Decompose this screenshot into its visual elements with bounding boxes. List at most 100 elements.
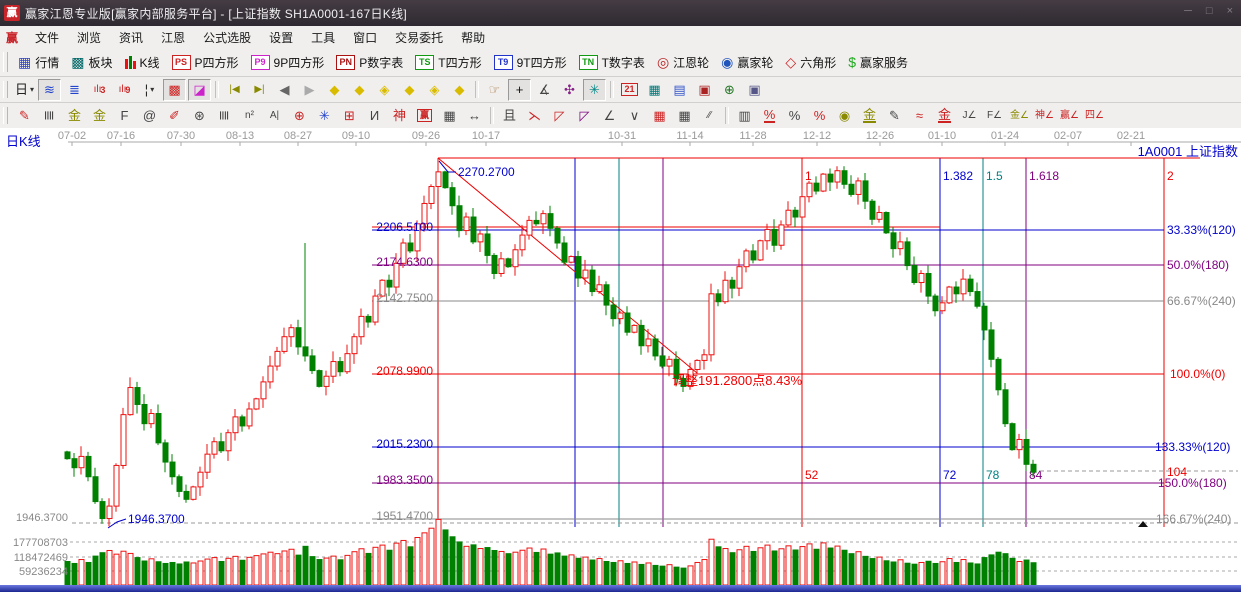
gold-angle-2-button[interactable]: 金∠ <box>1008 105 1031 127</box>
brush-2-button[interactable]: ✐ <box>163 105 186 127</box>
n-square-button[interactable]: n² <box>238 105 261 127</box>
gold-angle-button[interactable]: 金 <box>933 105 956 127</box>
t-number-table-button[interactable]: TNT数字表 <box>573 53 651 72</box>
next-page-button[interactable]: ▶ <box>298 79 321 101</box>
system-box-button[interactable]: ▣ <box>743 79 766 101</box>
brush-button[interactable]: ✎ <box>13 105 36 127</box>
fib-divisions-button[interactable]: F <box>113 105 136 127</box>
maze-chart-button[interactable]: ▩ <box>163 79 186 101</box>
9p-square-button[interactable]: P99P四方形 <box>245 53 331 72</box>
web-tools-button[interactable]: ⊕ <box>718 79 741 101</box>
grid-red-button[interactable]: ▦ <box>648 105 671 127</box>
gold-divisions-1-button[interactable]: 金 <box>63 105 86 127</box>
minimize-button[interactable]: ─ <box>1184 5 1192 17</box>
angle-line-button[interactable]: ∠ <box>598 105 621 127</box>
parallel-lines-button[interactable]: ∕∕ <box>698 105 721 127</box>
menu-item-江恩[interactable]: 江恩 <box>152 27 194 48</box>
hexagon-button[interactable]: ◇六角形 <box>779 53 842 72</box>
chart-pattern-button[interactable]: ≋ <box>38 79 61 101</box>
j-angle-button[interactable]: J∠ <box>958 105 981 127</box>
diamond-right-button[interactable]: ◆ <box>348 79 371 101</box>
winner-service-button[interactable]: $赢家服务 <box>842 53 914 72</box>
boxed-fan-purple-button[interactable]: ◸ <box>573 105 596 127</box>
wave-mark-button[interactable]: И <box>363 105 386 127</box>
maximize-button[interactable]: □ <box>1206 5 1213 17</box>
prev-page-button[interactable]: ◀ <box>273 79 296 101</box>
ying-tool-button[interactable]: 赢 <box>413 105 436 127</box>
circle-cross-button[interactable]: ⊕ <box>288 105 311 127</box>
diamond-expand-button[interactable]: ◈ <box>373 79 396 101</box>
first-page-button[interactable]: |◀ <box>223 79 246 101</box>
gann-circle-button[interactable]: ⊛ <box>188 105 211 127</box>
bars-9-button[interactable]: ılı9 <box>113 79 136 101</box>
9t-square-button[interactable]: T99T四方形 <box>488 53 573 72</box>
menu-item-帮助[interactable]: 帮助 <box>452 27 494 48</box>
percent-level-button[interactable]: % <box>808 105 831 127</box>
kline-button[interactable]: K线 <box>119 53 166 72</box>
diamond-compress-button[interactable]: ◆ <box>398 79 421 101</box>
percent-line-button[interactable]: % <box>758 105 781 127</box>
child-window-icon[interactable]: 赢 <box>6 29 18 46</box>
menu-item-公式选股[interactable]: 公式选股 <box>194 27 260 48</box>
gann-web-button[interactable]: ✳ <box>313 105 336 127</box>
crosshair-button[interactable]: + <box>508 79 531 101</box>
ying-angle-button[interactable]: 赢∠ <box>1058 105 1081 127</box>
zigzag-button[interactable]: ∨ <box>623 105 646 127</box>
gann-fan-button[interactable]: ⋋ <box>523 105 546 127</box>
si-angle-button[interactable]: 四∠ <box>1083 105 1106 127</box>
chart-area[interactable]: 07-0207-1607-3008-1308-2709-1009-2610-17… <box>0 128 1241 592</box>
menu-item-交易委托[interactable]: 交易委托 <box>386 27 452 48</box>
diamond-center-button[interactable]: ◆ <box>448 79 471 101</box>
gann-wheel-button[interactable]: ◎江恩轮 <box>651 53 715 72</box>
t-square-button[interactable]: TST四方形 <box>409 53 487 72</box>
span-arrows-button[interactable]: ↔ <box>463 105 486 127</box>
grid-dark-button[interactable]: ▦ <box>673 105 696 127</box>
ruler-percent-button[interactable]: ▥ <box>733 105 756 127</box>
menu-item-工具[interactable]: 工具 <box>302 27 344 48</box>
last-page-button[interactable]: ▶| <box>248 79 271 101</box>
save-button[interactable]: ▣ <box>693 79 716 101</box>
divisions-button[interactable]: ≣ <box>213 105 236 127</box>
f-angle-button[interactable]: F∠ <box>983 105 1006 127</box>
smart-brain-button[interactable]: ✳ <box>583 79 606 101</box>
diamond-left-button[interactable]: ◆ <box>323 79 346 101</box>
menu-item-浏览[interactable]: 浏览 <box>68 27 110 48</box>
quotes-button[interactable]: ▦行情 <box>12 53 65 72</box>
percent-button[interactable]: % <box>783 105 806 127</box>
color-histogram-button[interactable]: ◪ <box>188 79 211 101</box>
gold-divisions-2-button[interactable]: 金 <box>88 105 111 127</box>
notes-button[interactable]: ▤ <box>668 79 691 101</box>
boxed-web-button[interactable]: ⊞ <box>338 105 361 127</box>
candle-style-button[interactable]: ¦▾ <box>138 79 161 101</box>
menu-item-文件[interactable]: 文件 <box>26 27 68 48</box>
horizontal-scrollbar[interactable] <box>0 585 1241 592</box>
gann-helper-button[interactable]: ✣ <box>558 79 581 101</box>
shen-angle-button[interactable]: 神∠ <box>1033 105 1056 127</box>
calculator-button[interactable]: ▦ <box>643 79 666 101</box>
menu-item-窗口[interactable]: 窗口 <box>344 27 386 48</box>
menu-item-设置[interactable]: 设置 <box>260 27 302 48</box>
grid-123-button[interactable]: ▦ <box>438 105 461 127</box>
shen-tool-button[interactable]: 神 <box>388 105 411 127</box>
box-tool-button[interactable]: 且 <box>498 105 521 127</box>
text-tool-button[interactable]: A| <box>263 105 286 127</box>
p-number-table-button[interactable]: PNP数字表 <box>330 53 409 72</box>
diamond-cross-button[interactable]: ◈ <box>423 79 446 101</box>
marker-pen-button[interactable]: ✎ <box>883 105 906 127</box>
kline-chart[interactable]: 07-0207-1607-3008-1308-2709-1009-2610-17… <box>0 128 1241 592</box>
boxed-fan-red-button[interactable]: ◸ <box>548 105 571 127</box>
calendar-21-button[interactable]: 21 <box>618 79 641 101</box>
chart-info-button[interactable]: ≣ <box>63 79 86 101</box>
p-square-button[interactable]: PSP四方形 <box>166 53 245 72</box>
bars-3-button[interactable]: ılı3 <box>88 79 111 101</box>
time-divisions-button[interactable]: ≣ <box>38 105 61 127</box>
hand-tool-button[interactable]: ☞ <box>483 79 506 101</box>
sectors-button[interactable]: ▩板块 <box>65 53 118 72</box>
menu-item-资讯[interactable]: 资讯 <box>110 27 152 48</box>
spiral-button[interactable]: @ <box>138 105 161 127</box>
gold-circle-button[interactable]: ◉ <box>833 105 856 127</box>
period-day-button[interactable]: 日▾ <box>13 79 36 101</box>
gold-line-button[interactable]: 金 <box>858 105 881 127</box>
trend-angle-button[interactable]: ∡ <box>533 79 556 101</box>
winner-wheel-button[interactable]: ◉赢家轮 <box>715 53 779 72</box>
